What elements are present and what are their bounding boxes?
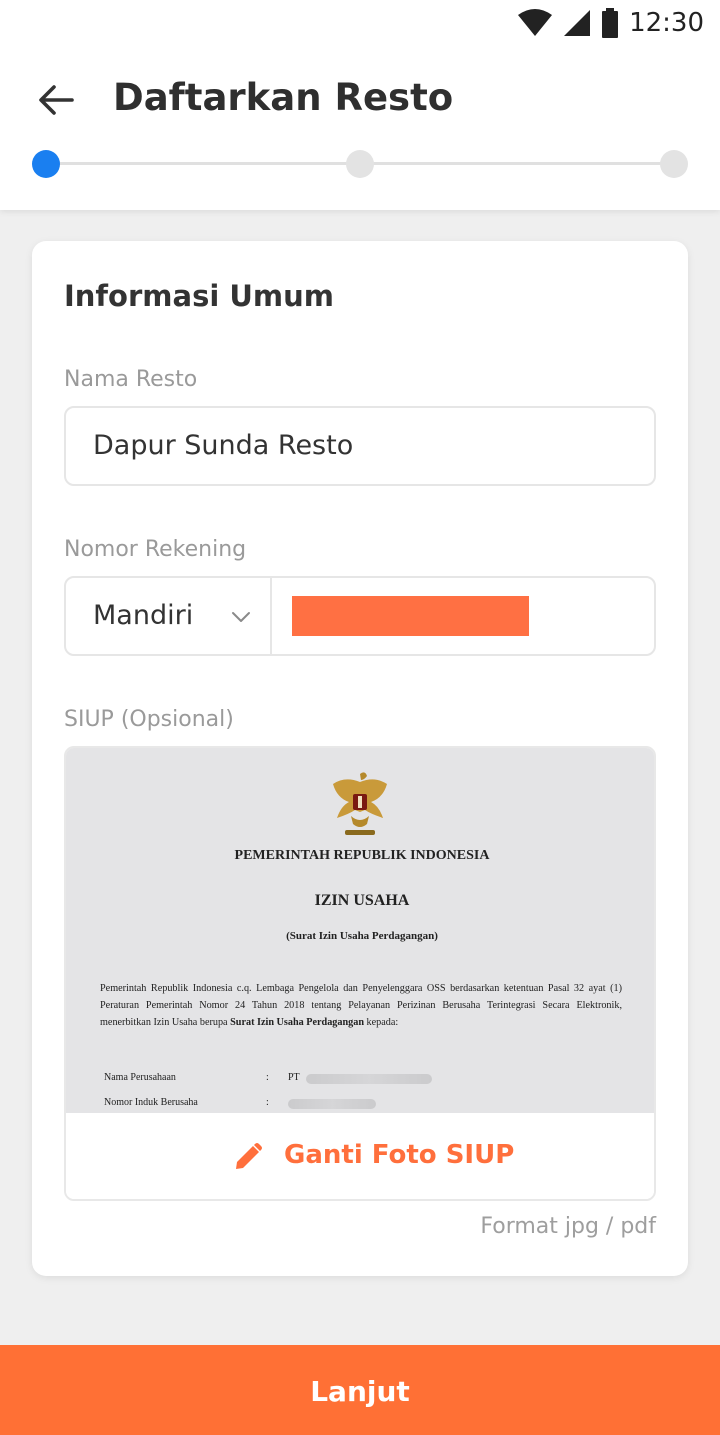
arrow-left-icon[interactable] [36, 80, 76, 120]
next-button-label: Lanjut [310, 1375, 410, 1408]
section-title: Informasi Umum [64, 279, 334, 313]
step-1-dot [32, 150, 60, 178]
siup-document-preview: PEMERINTAH REPUBLIK INDONESIA IZIN USAHA… [66, 748, 654, 1113]
bank-select-value: Mandiri [93, 600, 194, 631]
status-time: 12:30 [629, 8, 704, 38]
nama-resto-label: Nama Resto [64, 367, 198, 392]
document-row-company-label: Nama Perusahaan [104, 1072, 176, 1083]
general-info-card: Informasi Umum Nama Resto Dapur Sunda Re… [32, 241, 688, 1276]
progress-stepper [32, 150, 688, 178]
siup-label: SIUP (Opsional) [64, 707, 234, 732]
blurred-company-name [306, 1074, 432, 1084]
nama-resto-value: Dapur Sunda Resto [93, 430, 354, 461]
blurred-nib [288, 1099, 376, 1109]
page-title: Daftarkan Resto [113, 76, 454, 119]
chevron-down-icon [232, 612, 250, 622]
document-paragraph-end: kepada: [364, 1017, 399, 1028]
document-paragraph-bold: Surat Izin Usaha Perdagangan [230, 1017, 364, 1028]
pencil-icon [236, 1143, 262, 1169]
bank-select[interactable]: Mandiri [66, 578, 272, 654]
step-2-dot [346, 150, 374, 178]
nomor-rekening-field: Mandiri [64, 576, 656, 656]
document-title: IZIN USAHA [314, 892, 410, 909]
change-siup-photo-button[interactable]: Ganti Foto SIUP [66, 1113, 654, 1199]
signal-icon [564, 10, 591, 36]
document-row-company-colon: : [266, 1072, 269, 1083]
document-heading: PEMERINTAH REPUBLIK INDONESIA [234, 848, 490, 863]
app-bar: 12:30 Daftarkan Resto [0, 0, 720, 210]
nama-resto-input[interactable]: Dapur Sunda Resto [64, 406, 656, 486]
account-number-redacted[interactable] [292, 596, 529, 636]
document-row-nib-label: Nomor Induk Berusaha [104, 1097, 198, 1108]
next-button[interactable]: Lanjut [0, 1345, 720, 1435]
battery-icon [602, 8, 619, 38]
nomor-rekening-label: Nomor Rekening [64, 537, 247, 562]
garuda-emblem [333, 772, 387, 835]
wifi-icon [518, 9, 553, 36]
status-bar: 12:30 [517, 6, 704, 40]
document-row-company-prefix: PT [288, 1072, 300, 1083]
step-3-dot [660, 150, 688, 178]
change-siup-label: Ganti Foto SIUP [284, 1140, 515, 1170]
document-paragraph: Pemerintah Republik Indonesia c.q. Lemba… [100, 980, 622, 1031]
document-row-nib-colon: : [266, 1097, 269, 1108]
format-hint: Format jpg / pdf [480, 1214, 656, 1239]
document-subtitle: (Surat Izin Usaha Perdagangan) [286, 930, 438, 942]
siup-upload-box: PEMERINTAH REPUBLIK INDONESIA IZIN USAHA… [64, 746, 656, 1201]
